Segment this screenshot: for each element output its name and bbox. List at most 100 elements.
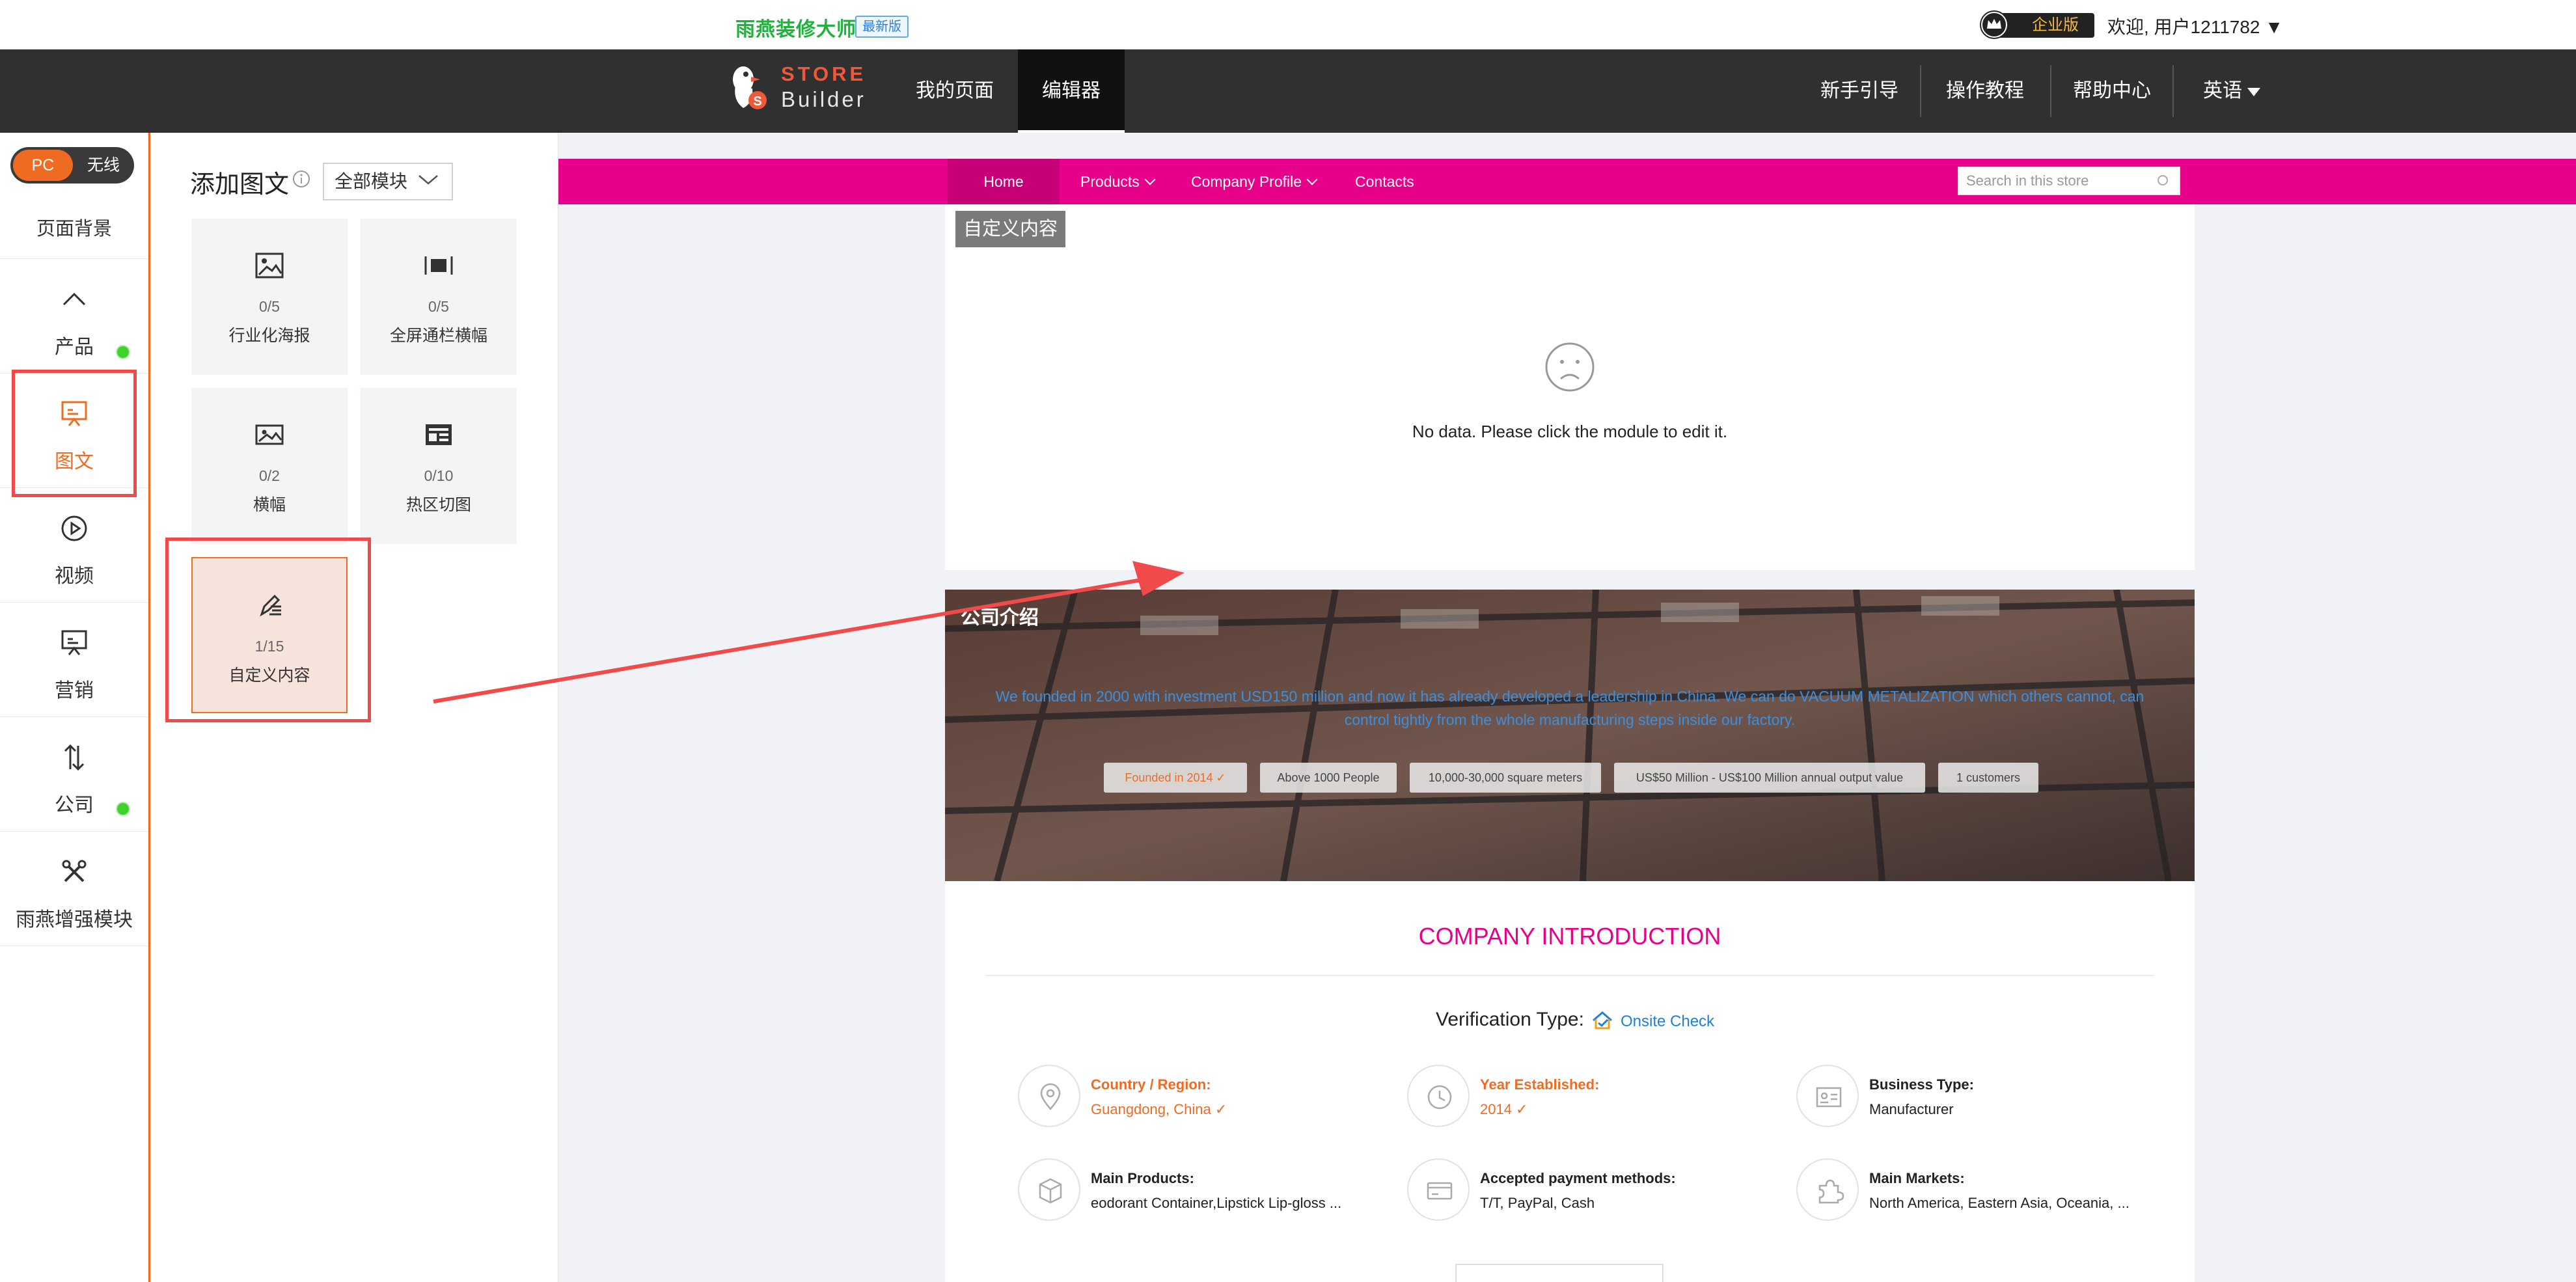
nav-divider: [2050, 65, 2051, 117]
hero-pill-employees: Above 1000 People: [1260, 763, 1397, 793]
module-name: 全屏通栏横幅: [389, 327, 487, 345]
nav-my-page[interactable]: 我的页面: [911, 49, 998, 133]
credit-card-icon: [1427, 1182, 1453, 1200]
id-card-icon: [1816, 1087, 1842, 1108]
logo-builder-text: Builder: [781, 87, 866, 111]
verified-home-icon: [1593, 1011, 1612, 1030]
sidebar-item-marketing[interactable]: 营销: [0, 603, 148, 717]
chevron-up-icon: [62, 292, 86, 306]
divider: [985, 975, 2154, 976]
status-dot: [116, 802, 130, 816]
hero-description: We founded in 2000 with investment USD15…: [995, 688, 2144, 728]
module-label-custom: 自定义内容: [955, 211, 1066, 247]
fact-value: Guangdong, China ✓: [1091, 1101, 1227, 1117]
toggle-pc[interactable]: PC: [13, 150, 73, 181]
sidebar-item-label: 雨燕增强模块: [16, 909, 133, 931]
image-icon: [255, 252, 284, 279]
module-card-hotspot[interactable]: 0/10 热区切图: [361, 388, 517, 544]
banner-image-icon: [255, 424, 284, 445]
play-circle-icon: [61, 515, 87, 541]
fact-icon-wrap: [1407, 1158, 1470, 1221]
store-nav-label: Products: [1080, 173, 1140, 190]
nav-beginner-guide[interactable]: 新手引导: [1803, 49, 1916, 133]
chevron-down-icon: [1306, 174, 1318, 185]
nav-tutorial[interactable]: 操作教程: [1923, 49, 2048, 133]
fact-key: Accepted payment methods:: [1480, 1170, 1676, 1186]
nav-divider: [1920, 65, 1921, 117]
sort-arrows-icon: [64, 744, 85, 771]
hero-pill-output: US$50 Million - US$100 Million annual ou…: [1614, 763, 1925, 793]
fact-key: Main Markets:: [1869, 1170, 1965, 1186]
store-search-input[interactable]: Search in this store: [1958, 167, 2180, 195]
module-count: 0/2: [259, 467, 280, 484]
fact-key: Main Products:: [1091, 1170, 1194, 1186]
panel-title: 添加图文: [190, 171, 290, 198]
chevron-down-icon: [418, 175, 438, 185]
status-dot: [116, 345, 130, 359]
fact-value: North America, Eastern Asia, Oceania, ..…: [1869, 1195, 2130, 1211]
store-nav-home[interactable]: Home: [948, 159, 1060, 204]
store-nav-label: Company Profile: [1191, 173, 1302, 190]
hero-section-title: 公司介绍: [961, 607, 1039, 629]
nav-help-center[interactable]: 帮助中心: [2054, 49, 2170, 133]
logo-store-text: STORE: [781, 62, 867, 85]
version-badge: 最新版: [855, 16, 909, 38]
user-menu[interactable]: 欢迎, 用户1211782 ▼: [2107, 13, 2283, 39]
module-card-fullscreen-banner[interactable]: 0/5 全屏通栏横幅: [361, 219, 517, 375]
history-clock-icon: [1427, 1085, 1452, 1110]
search-icon[interactable]: [2156, 173, 2171, 189]
hotspot-grid-icon: [426, 424, 452, 445]
fact-value: Manufacturer: [1869, 1101, 1954, 1117]
fact-key: Business Type:: [1869, 1076, 1974, 1093]
sidebar-item-enhanced-modules[interactable]: 雨燕增强模块: [0, 832, 148, 946]
language-select[interactable]: 英语: [2176, 49, 2287, 133]
fact-key: Year Established:: [1480, 1076, 1600, 1093]
location-pin-icon: [1040, 1083, 1061, 1110]
nav-divider: [2172, 65, 2174, 117]
hero-pill-area: 10,000-30,000 square meters: [1410, 763, 1601, 793]
no-data-message: No data. Please click the module to edit…: [1412, 422, 1728, 441]
module-name: 行业化海报: [228, 327, 310, 345]
sidebar-item-video[interactable]: 视频: [0, 488, 148, 603]
sidebar-item-label: 营销: [55, 680, 94, 702]
crown-icon: [1980, 10, 2008, 39]
store-nav-company-profile[interactable]: Company Profile: [1191, 159, 1318, 204]
info-icon[interactable]: [292, 169, 311, 189]
highlight-box: [165, 538, 371, 722]
fact-value: eodorant Container,Lipstick Lip-gloss ..…: [1091, 1195, 1342, 1211]
fact-key: Country / Region:: [1091, 1076, 1211, 1093]
module-card-banner[interactable]: 0/2 横幅: [191, 388, 348, 544]
store-nav-contacts[interactable]: Contacts: [1355, 159, 1414, 204]
module-count: 0/5: [428, 298, 449, 315]
fact-icon-wrap: [1018, 1065, 1080, 1127]
swallow-logo-icon[interactable]: S: [720, 60, 773, 113]
fact-icon-wrap: [1796, 1158, 1859, 1221]
fact-value: 2014 ✓: [1480, 1101, 1528, 1117]
enterprise-badge: 企业版: [1995, 13, 2094, 38]
module-name: 热区切图: [405, 496, 471, 514]
toggle-wireless[interactable]: 无线: [75, 150, 131, 181]
module-card-industry-poster[interactable]: 0/5 行业化海报: [191, 219, 348, 375]
presentation-icon: [61, 630, 87, 655]
view-more-button[interactable]: [1455, 1264, 1664, 1282]
verification-link[interactable]: Onsite Check: [1621, 1013, 1714, 1031]
brand-name[interactable]: 雨燕装修大师: [735, 13, 856, 42]
company-hero-banner[interactable]: [945, 590, 2195, 881]
fullscreen-banner-icon: [424, 256, 453, 275]
nav-editor[interactable]: 编辑器: [1018, 49, 1125, 133]
sad-face-icon: [1545, 342, 1595, 392]
intro-title: COMPANY INTRODUCTION: [1418, 923, 1721, 949]
sidebar-item-page-background[interactable]: 页面背景: [0, 199, 148, 259]
factory-background-image: [945, 590, 2195, 881]
hero-pill-founded: Founded in 2014 ✓: [1104, 763, 1247, 793]
fact-icon-wrap: [1018, 1158, 1080, 1221]
verification-label: Verification Type:: [1436, 1009, 1584, 1030]
highlight-box: [12, 370, 137, 497]
module-count: 0/5: [259, 298, 280, 315]
hero-pill-customers: 1 customers: [1938, 763, 2038, 793]
language-label: 英语: [2203, 80, 2242, 102]
fact-icon-wrap: [1796, 1065, 1859, 1127]
store-nav-products[interactable]: Products: [1080, 159, 1156, 204]
svg-text:S: S: [753, 94, 761, 109]
tools-icon: [62, 860, 87, 882]
